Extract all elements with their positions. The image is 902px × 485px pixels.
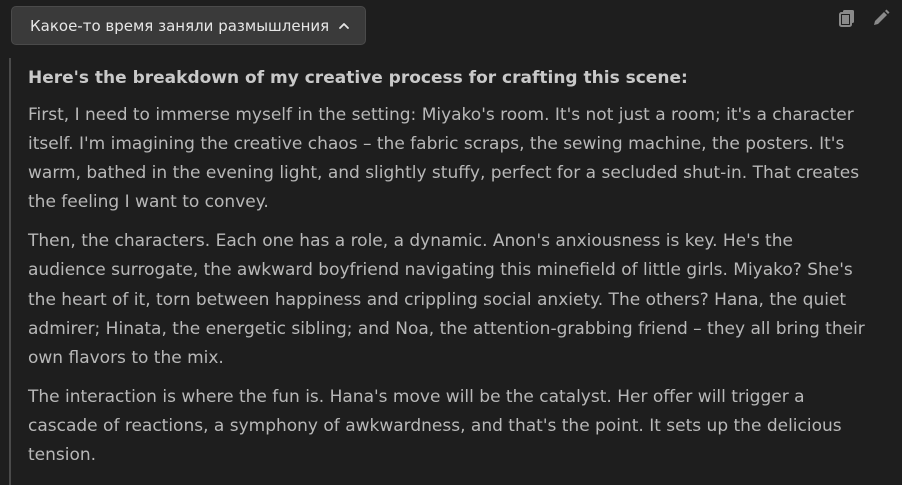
thinking-paragraph: First, I need to immerse myself in the s…: [28, 105, 860, 213]
thinking-paragraph: Then, the characters. Each one has a rol…: [28, 231, 865, 368]
message-toolbar: [836, 7, 892, 29]
chevron-up-icon: [337, 19, 351, 33]
thinking-toggle-button[interactable]: Какое-то время заняли размышления: [11, 6, 367, 45]
thinking-toggle-label: Какое-то время заняли размышления: [30, 16, 330, 35]
chat-message-view: Какое-то время заняли размышления Here's…: [0, 0, 902, 485]
thinking-heading: Here's the breakdown of my creative proc…: [28, 68, 688, 88]
edit-pencil-icon[interactable]: [870, 7, 892, 29]
thinking-content: Here's the breakdown of my creative proc…: [9, 58, 879, 485]
copy-icon[interactable]: [836, 7, 858, 29]
thinking-paragraph: The interaction is where the fun is. Han…: [28, 386, 842, 466]
